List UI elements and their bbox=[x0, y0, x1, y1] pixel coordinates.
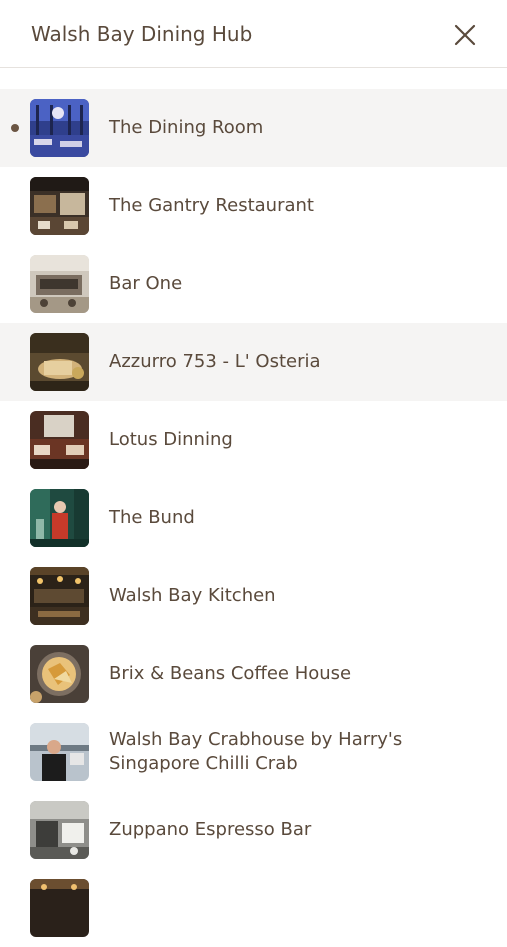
restaurant-thumbnail bbox=[30, 411, 89, 469]
restaurant-thumbnail bbox=[30, 177, 89, 235]
restaurant-name: Walsh Bay Crabhouse by Harry's Singapore… bbox=[109, 729, 403, 774]
close-button[interactable] bbox=[448, 18, 482, 52]
restaurant-thumbnail bbox=[30, 255, 89, 313]
restaurant-name: Bar One bbox=[109, 273, 183, 294]
list-item[interactable]: Azzurro 753 - L' Osteria bbox=[0, 323, 507, 401]
restaurant-name: Zuppano Espresso Bar bbox=[109, 819, 312, 840]
restaurant-thumbnail bbox=[30, 489, 89, 547]
restaurant-thumbnail bbox=[30, 567, 89, 625]
list-item[interactable]: Brix & Beans Coffee House bbox=[0, 635, 507, 713]
page-title: Walsh Bay Dining Hub bbox=[31, 22, 253, 46]
restaurant-thumbnail bbox=[30, 801, 89, 859]
restaurant-thumbnail bbox=[30, 333, 89, 391]
restaurant-thumbnail bbox=[30, 723, 89, 781]
list-item[interactable]: Zuppano Espresso Bar bbox=[0, 791, 507, 869]
list-item[interactable]: The Bund bbox=[0, 479, 507, 557]
restaurant-thumbnail bbox=[30, 879, 89, 937]
restaurant-name: Lotus Dinning bbox=[109, 429, 233, 450]
active-indicator-dot bbox=[11, 124, 19, 132]
list-item[interactable]: Bar One bbox=[0, 245, 507, 323]
list-item[interactable]: Walsh Bay Kitchen bbox=[0, 557, 507, 635]
list-item[interactable]: Lotus Dinning bbox=[0, 401, 507, 479]
list-item[interactable]: Walsh Bay Crabhouse by Harry's Singapore… bbox=[0, 713, 507, 791]
list-item[interactable]: The Dining Room bbox=[0, 89, 507, 167]
list-item[interactable]: The Gantry Restaurant bbox=[0, 167, 507, 245]
list-item[interactable] bbox=[0, 869, 507, 947]
restaurant-name: The Dining Room bbox=[109, 117, 264, 138]
menu-header: Walsh Bay Dining Hub bbox=[0, 0, 507, 68]
restaurant-list: The Dining Room The Gantry Restaurant Ba… bbox=[0, 89, 507, 947]
restaurant-thumbnail bbox=[30, 99, 89, 157]
close-icon bbox=[454, 24, 476, 46]
restaurant-name: Walsh Bay Kitchen bbox=[109, 585, 276, 606]
restaurant-name: The Bund bbox=[109, 507, 195, 528]
restaurant-name: Brix & Beans Coffee House bbox=[109, 663, 352, 684]
restaurant-name: The Gantry Restaurant bbox=[109, 195, 314, 216]
restaurant-name: Azzurro 753 - L' Osteria bbox=[109, 351, 321, 372]
restaurant-thumbnail bbox=[30, 645, 89, 703]
